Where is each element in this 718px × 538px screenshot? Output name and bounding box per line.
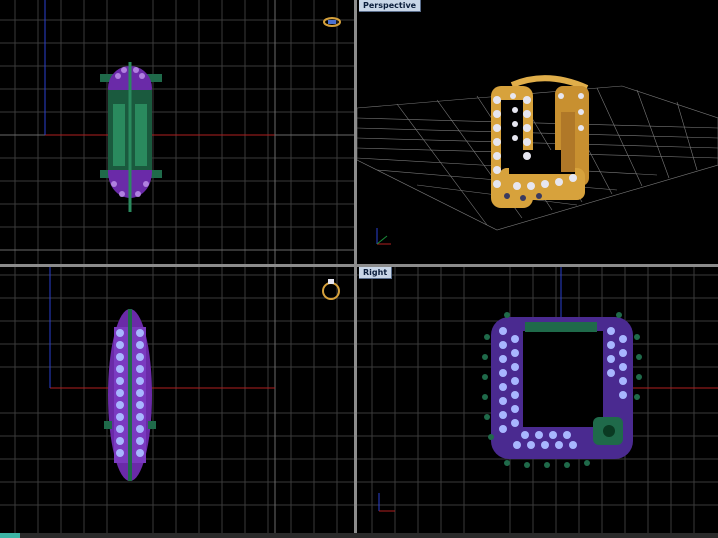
viewport-label-right[interactable]: Right [359,267,393,279]
viewport-label-perspective[interactable]: Perspective [359,0,422,12]
viewport-right[interactable]: Right [357,267,718,533]
viewport-top[interactable] [0,0,354,264]
viewport-perspective-canvas [357,75,718,245]
viewport-perspective[interactable]: Perspective [357,0,718,264]
viewport-right-canvas [357,267,718,533]
viewport-front[interactable] [0,267,354,533]
viewport-front-canvas [0,267,354,533]
status-strip-accent [0,533,20,538]
status-strip [0,533,718,538]
xyz-axis-icon [376,228,391,245]
viewport-top-canvas [0,0,354,264]
earring-side-view [482,312,642,468]
xyz-axis-icon [378,493,395,512]
earring-front-view [104,309,156,481]
grid [0,0,354,264]
